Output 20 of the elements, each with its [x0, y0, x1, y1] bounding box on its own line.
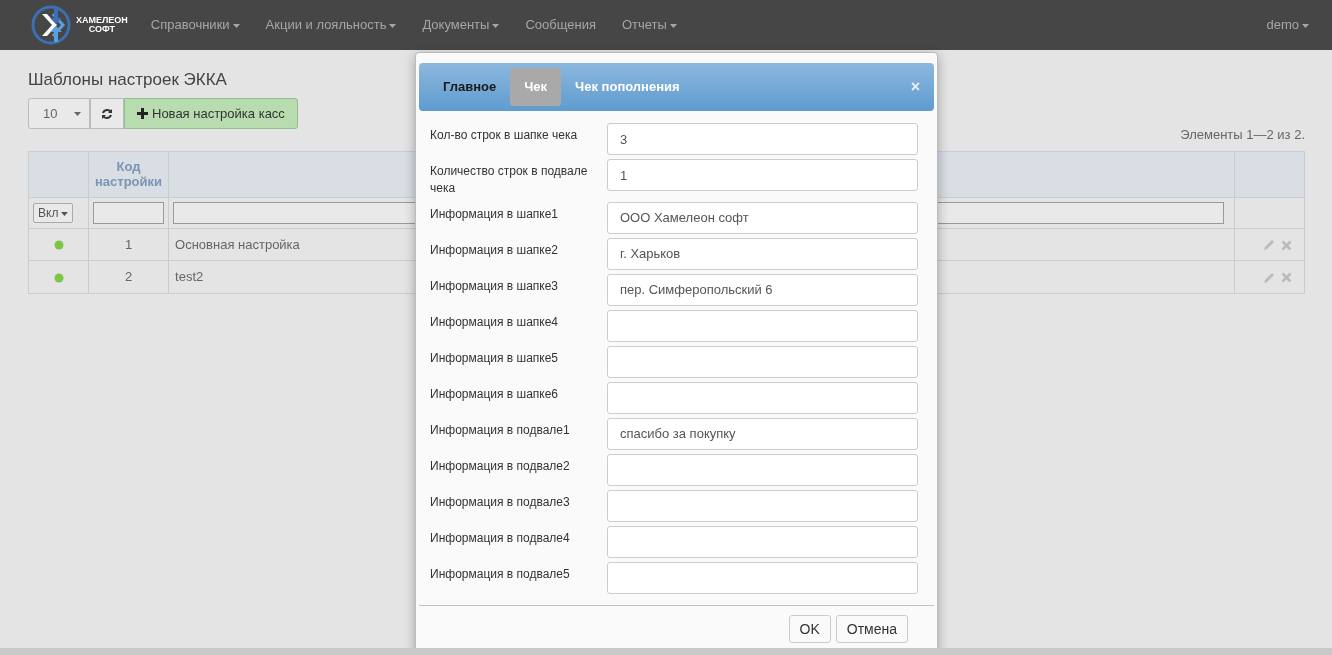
field-label: Информация в шапке1 — [430, 205, 560, 223]
field-label: Информация в шапке4 — [430, 313, 560, 331]
field-label: Информация в шапке5 — [430, 349, 560, 367]
field-label: Информация в подвале5 — [430, 565, 571, 583]
field-label: Кол-во строк в шапке чека — [430, 127, 579, 144]
table-cell: 2 — [124, 269, 133, 285]
pagination-summary: Элементы 1—2 из 2. — [1180, 127, 1305, 143]
table-cell: Основная настройка — [175, 236, 300, 252]
table-cell: test2 — [175, 269, 204, 285]
field-label: Информация в подвале2 — [430, 457, 571, 475]
field-label: Информация в подвале4 — [430, 529, 571, 547]
page-title: Шаблоны настроек ЭККА — [28, 70, 227, 91]
field-label: Информация в шапке6 — [430, 385, 560, 403]
field-label: Информация в подвале3 — [430, 493, 571, 511]
field-label: Информация в шапке2 — [430, 241, 560, 259]
logo-text: ХАМЕЛЕОН СОФТ — [76, 16, 128, 34]
table-cell: 1 — [124, 236, 133, 252]
field-label: Информация в подвале1 — [430, 421, 571, 439]
field-label: Количество строк в подвале чека — [430, 163, 589, 198]
field-label: Информация в шапке3 — [430, 277, 560, 295]
